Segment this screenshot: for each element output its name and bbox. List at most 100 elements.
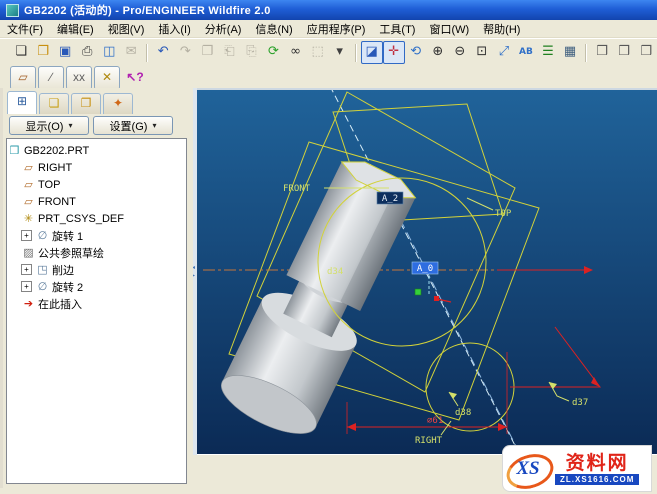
datum-csys-tool-icon[interactable]: ✕: [94, 66, 120, 90]
tree-row[interactable]: ▱RIGHT: [7, 159, 186, 176]
regenerate-icon[interactable]: ⟳: [262, 41, 284, 64]
tree-expander-icon[interactable]: +: [21, 281, 32, 292]
hidden-line-display-icon[interactable]: ❒: [613, 41, 635, 64]
model-tree[interactable]: ❒GB2202.PRT▱RIGHT▱TOP▱FRONT✳PRT_CSYS_DEF…: [6, 138, 187, 484]
view-manager-icon[interactable]: ▦: [559, 41, 581, 64]
watermark-logo: XS: [505, 452, 551, 486]
navigator-panel: ⊞❏❐✦ 显示(O) ▾ 设置(G) ▾ ❒GB2202.PRT▱RIGHT▱T…: [0, 88, 193, 488]
tree-row[interactable]: +∅旋转 2: [7, 278, 186, 295]
dimension-d37-label[interactable]: d37: [572, 398, 588, 408]
redo-icon: ↷: [174, 41, 196, 64]
watermark-site-name: 资料网: [566, 453, 629, 474]
folder-browser-tab[interactable]: ❐: [71, 93, 101, 114]
dimension-d34-label[interactable]: d34: [327, 267, 343, 277]
tree-item-label[interactable]: 削边: [50, 262, 74, 278]
zoom-in-icon[interactable]: ⊕: [427, 41, 449, 64]
tree-row[interactable]: ▱TOP: [7, 176, 186, 193]
menu-item-6[interactable]: 应用程序(P): [300, 20, 373, 38]
datum-axis-tool-icon[interactable]: ∕: [38, 66, 64, 90]
axis-a0-label[interactable]: A_0: [417, 264, 433, 274]
window-title: GB2202 (活动的) - Pro/ENGINEER Wildfire 2.0: [24, 2, 271, 18]
datum-display-toggle-icon[interactable]: ◪: [361, 41, 383, 64]
refit-icon[interactable]: ⊡: [471, 41, 493, 64]
dimension-d38-label[interactable]: d38: [455, 408, 471, 418]
tree-row[interactable]: ▨公共参照草绘: [7, 244, 186, 261]
tree-item-label[interactable]: 公共参照草绘: [36, 245, 104, 261]
tree-item-label[interactable]: 旋转 2: [50, 279, 83, 295]
datum-point-tool-icon[interactable]: xx: [66, 66, 92, 90]
tree-item-label[interactable]: GB2202.PRT: [22, 145, 89, 157]
tree-row[interactable]: +◳削边: [7, 261, 186, 278]
tree-expander-icon[interactable]: +: [21, 230, 32, 241]
show-dropdown-button[interactable]: 显示(O) ▾: [9, 116, 89, 135]
top-plane-label[interactable]: TOP: [495, 209, 512, 219]
select-dropdown-icon[interactable]: ▾: [329, 41, 351, 64]
menu-item-5[interactable]: 信息(N): [248, 20, 299, 38]
tree-item-label[interactable]: 在此插入: [36, 296, 82, 312]
tree-item-label[interactable]: RIGHT: [36, 162, 72, 174]
paste-special-icon: ⎘: [240, 41, 262, 64]
tree-item-label[interactable]: TOP: [36, 179, 60, 191]
menu-item-0[interactable]: 文件(F): [0, 20, 50, 38]
main-toolbar[interactable]: ❏❐▣⎙◫✉↶↷❐⎗⎘⟳∞⬚▾◪✛⟲⊕⊖⊡⤢AB☰▦❒❒❒: [0, 38, 657, 66]
menu-item-3[interactable]: 插入(I): [151, 20, 197, 38]
tree-expander-icon[interactable]: +: [21, 264, 32, 275]
tree-item-label[interactable]: PRT_CSYS_DEF: [36, 213, 124, 225]
zoom-out-icon[interactable]: ⊖: [449, 41, 471, 64]
toolbar-separator: [585, 44, 587, 62]
app-icon: [6, 4, 19, 17]
menu-item-1[interactable]: 编辑(E): [50, 20, 101, 38]
navigator-tabs[interactable]: ⊞❏❐✦: [3, 88, 193, 114]
dimension-dia-label[interactable]: ∅61: [427, 416, 443, 426]
revolve-feature-icon: ∅: [35, 229, 50, 242]
menu-item-2[interactable]: 视图(V): [101, 20, 152, 38]
datum-plane-icon: ▱: [21, 195, 36, 208]
tree-row[interactable]: ➔在此插入: [7, 295, 186, 312]
find-icon[interactable]: ∞: [285, 41, 307, 64]
menu-item-7[interactable]: 工具(T): [372, 20, 422, 38]
axis-a2-label[interactable]: A_2: [382, 194, 398, 204]
open-folder-icon[interactable]: ❐: [32, 41, 54, 64]
undo-icon[interactable]: ↶: [152, 41, 174, 64]
datum-plane-icon: ▱: [21, 161, 36, 174]
model-tree-tab[interactable]: ⊞: [7, 91, 37, 114]
save-icon[interactable]: ▣: [54, 41, 76, 64]
menu-bar[interactable]: 文件(F)编辑(E)视图(V)插入(I)分析(A)信息(N)应用程序(P)工具(…: [0, 20, 657, 38]
tree-row[interactable]: +∅旋转 1: [7, 227, 186, 244]
menu-item-9[interactable]: 帮助(H): [476, 20, 527, 38]
datum-toolbar[interactable]: ▱∕xx✕↖?: [0, 66, 657, 90]
layers-icon[interactable]: ☰: [537, 41, 559, 64]
shaded-display-icon[interactable]: ❒: [635, 41, 657, 64]
save-a-copy-icon[interactable]: ◫: [98, 41, 120, 64]
saved-views-icon[interactable]: AB: [515, 41, 537, 64]
context-help-icon[interactable]: ↖?: [122, 66, 148, 90]
cad-canvas[interactable]: ∅61 d34 d38 d37 FRONT TOP RIGHT A_2 A_0: [197, 90, 657, 455]
connections-tab[interactable]: ✦: [103, 93, 133, 114]
print-icon[interactable]: ⎙: [76, 41, 98, 64]
tree-row[interactable]: ❒GB2202.PRT: [7, 142, 186, 159]
reorient-icon[interactable]: ⤢: [493, 41, 515, 64]
right-plane-label[interactable]: RIGHT: [415, 436, 443, 446]
tree-item-label[interactable]: 旋转 1: [50, 228, 83, 244]
spin-center-icon[interactable]: ✛: [383, 41, 405, 64]
dropdown-arrow-icon: ▾: [152, 121, 156, 130]
datum-plane-tool-icon[interactable]: ▱: [10, 66, 36, 90]
layer-tree-tab[interactable]: ❏: [39, 93, 69, 114]
menu-item-4[interactable]: 分析(A): [198, 20, 249, 38]
new-file-icon[interactable]: ❏: [10, 41, 32, 64]
orient-mode-icon[interactable]: ⟲: [405, 41, 427, 64]
menu-item-8[interactable]: 窗口(W): [422, 20, 476, 38]
tree-row[interactable]: ✳PRT_CSYS_DEF: [7, 210, 186, 227]
datum-plane-icon: ▱: [21, 178, 36, 191]
settings-dropdown-button[interactable]: 设置(G) ▾: [93, 116, 173, 135]
selection-handle-red[interactable]: [434, 296, 439, 301]
tree-row[interactable]: ▱FRONT: [7, 193, 186, 210]
model-tree-toolbar[interactable]: 显示(O) ▾ 设置(G) ▾: [3, 114, 193, 138]
wireframe-display-icon[interactable]: ❒: [591, 41, 613, 64]
front-plane-label[interactable]: FRONT: [283, 184, 311, 194]
graphics-area[interactable]: ∅61 d34 d38 d37 FRONT TOP RIGHT A_2 A_0: [197, 88, 657, 455]
tree-item-label[interactable]: FRONT: [36, 196, 76, 208]
part-icon: ❒: [7, 144, 22, 157]
selection-handle-green[interactable]: [415, 289, 421, 295]
title-bar[interactable]: GB2202 (活动的) - Pro/ENGINEER Wildfire 2.0: [0, 0, 657, 20]
